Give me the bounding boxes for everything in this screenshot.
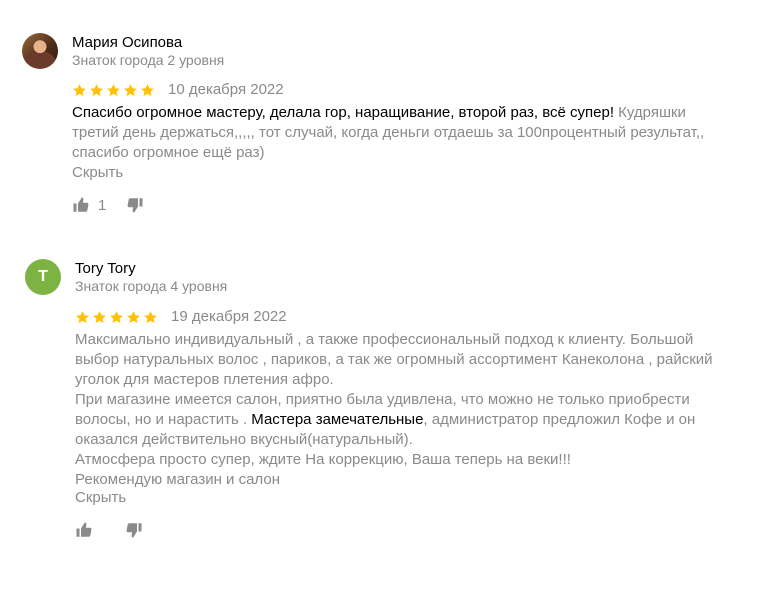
- star-icon: [124, 84, 137, 97]
- author-avatar[interactable]: [22, 33, 58, 69]
- star-icon: [93, 311, 106, 324]
- rating-stars: [72, 83, 155, 99]
- dislike-button[interactable]: [125, 521, 143, 539]
- author-badge: Знаток города 2 уровня: [72, 52, 225, 68]
- thumbs-down-icon: [126, 523, 142, 538]
- like-button[interactable]: 1: [72, 196, 106, 214]
- rating-stars: [75, 310, 158, 326]
- star-icon: [76, 311, 89, 324]
- thumbs-up-icon: [73, 197, 89, 212]
- star-icon: [90, 84, 103, 97]
- review-paragraph: При магазине имеется салон, приятно была…: [75, 391, 696, 448]
- review-date: 19 декабря 2022: [171, 308, 287, 325]
- review-text: Спасибо огромное мастеру, делала гор, на…: [72, 103, 732, 163]
- thumbs-down-icon: [127, 198, 143, 213]
- review-text: Максимально индивидуальный , а также про…: [75, 330, 725, 490]
- author-badge: Знаток города 4 уровня: [75, 278, 228, 294]
- review-date: 10 декабря 2022: [168, 81, 284, 98]
- hide-review-link[interactable]: Скрыть: [75, 489, 126, 506]
- star-icon: [73, 84, 86, 97]
- hide-review-link[interactable]: Скрыть: [72, 164, 123, 181]
- review-text-highlight: Спасибо огромное мастеру, делала гор, на…: [72, 104, 614, 121]
- star-icon: [107, 84, 120, 97]
- author-name[interactable]: Мария Осипова: [72, 34, 182, 51]
- star-icon: [127, 311, 140, 324]
- like-count: 1: [98, 196, 107, 214]
- review-paragraph: Максимально индивидуальный , а также про…: [75, 331, 713, 388]
- author-avatar[interactable]: T: [25, 259, 61, 295]
- star-icon: [144, 311, 157, 324]
- dislike-button[interactable]: [126, 196, 144, 214]
- thumbs-up-icon: [76, 522, 92, 537]
- star-icon: [141, 84, 154, 97]
- review-paragraph: Рекомендую магазин и салон: [75, 471, 280, 488]
- author-name[interactable]: Tory Tory: [75, 260, 136, 277]
- star-icon: [110, 311, 123, 324]
- review-paragraph: Атмосфера просто супер, ждите На коррекц…: [75, 451, 571, 468]
- like-button[interactable]: [75, 521, 93, 539]
- review-text-highlight: Мастера замечательные: [247, 411, 424, 428]
